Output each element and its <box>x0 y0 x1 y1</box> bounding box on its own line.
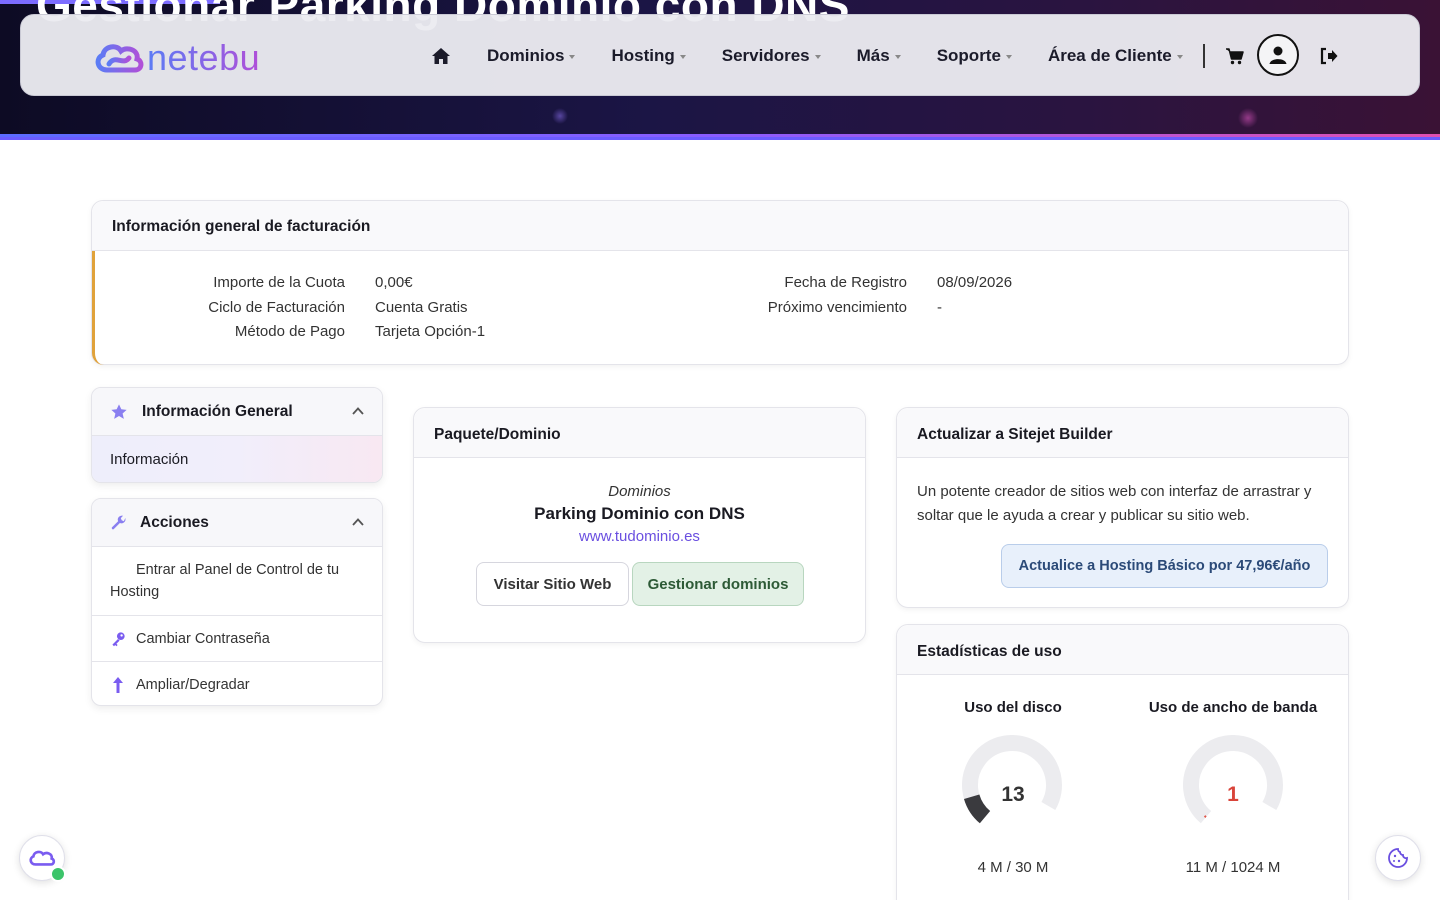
action-upgrade-downgrade[interactable]: Ampliar/Degradar <box>92 661 382 705</box>
nav-soporte[interactable]: Soporte <box>937 46 1012 66</box>
action-change-password[interactable]: Cambiar Contraseña <box>92 615 382 661</box>
chevron-down-icon <box>1176 55 1183 59</box>
next-due-label: Próximo vencimiento <box>767 299 907 316</box>
chevron-down-icon <box>1005 55 1012 59</box>
billing-overview-card: Información general de facturación Impor… <box>91 200 1349 365</box>
disk-usage-detail: 4 M / 30 M <box>977 859 1049 876</box>
nav-hosting[interactable]: Hosting <box>611 46 686 66</box>
chevron-up-icon[interactable] <box>352 516 364 528</box>
registration-date-label: Fecha de Registro <box>784 274 907 291</box>
usage-stats-card: Estadísticas de uso Uso del disco 13 4 M… <box>896 624 1349 900</box>
disk-usage-title: Uso del disco <box>964 699 1062 716</box>
general-info-title: Información General <box>142 402 293 420</box>
upgrade-hosting-button[interactable]: Actualice a Hosting Básico por 47,96€/añ… <box>1001 544 1328 588</box>
action-enter-control-panel[interactable]: Entrar al Panel de Control de tu Hosting <box>92 547 382 615</box>
brand-logo[interactable]: netebu <box>93 37 260 79</box>
chat-widget-button[interactable] <box>19 835 66 882</box>
sitejet-upgrade-card: Actualizar a Sitejet Builder Un potente … <box>896 407 1349 608</box>
whatsapp-badge-icon <box>50 866 66 882</box>
bandwidth-usage-detail: 11 M / 1024 M <box>1185 859 1281 876</box>
general-info-panel: Información General Información <box>91 387 383 483</box>
payment-method-label: Método de Pago <box>234 323 345 340</box>
nav-servidores[interactable]: Servidores <box>722 46 821 66</box>
nav-dominios-label: Dominios <box>487 46 565 65</box>
sitejet-description: Un potente creador de sitios web con int… <box>917 483 1312 524</box>
main-nav: Dominios Hosting Servidores Más Soporte … <box>431 15 1219 97</box>
key-icon <box>112 631 125 646</box>
logout-icon[interactable] <box>1319 46 1339 66</box>
billing-amount-value: 0,00€ <box>375 274 413 291</box>
cart-icon[interactable] <box>1225 46 1245 66</box>
nav-dominios[interactable]: Dominios <box>487 46 576 66</box>
sidebar-item-informacion[interactable]: Información <box>92 436 382 482</box>
next-due-value: - <box>937 299 942 316</box>
wrench-icon <box>111 515 126 529</box>
actions-panel: Acciones Entrar al Panel de Control de t… <box>91 498 383 706</box>
brand-logo-icon <box>95 44 144 73</box>
top-navbar: netebu Dominios Hosting Servidores Más S… <box>20 14 1420 96</box>
chevron-down-icon <box>679 55 686 59</box>
nav-mas-label: Más <box>856 46 890 65</box>
sitejet-card-title: Actualizar a Sitejet Builder <box>897 408 1348 458</box>
bandwidth-usage-percent: 1 <box>1227 783 1239 806</box>
action-change-password-label: Cambiar Contraseña <box>136 630 270 647</box>
chevron-down-icon <box>814 55 821 59</box>
brand-chat-icon <box>29 850 56 866</box>
nav-divider <box>1203 44 1205 68</box>
billing-cycle-label: Ciclo de Facturación <box>208 299 345 316</box>
arrow-up-icon <box>113 676 123 693</box>
billing-card-body: Importe de la Cuota 0,00€ Ciclo de Factu… <box>92 251 1348 365</box>
chevron-up-icon[interactable] <box>352 405 364 417</box>
billing-cycle-value: Cuenta Gratis <box>375 299 468 316</box>
nav-hosting-label: Hosting <box>611 46 675 65</box>
hero-glow-line <box>0 134 1440 137</box>
cookie-icon <box>1388 848 1408 868</box>
billing-card-title: Información general de facturación <box>92 201 1348 251</box>
chevron-down-icon <box>569 55 576 59</box>
nav-soporte-label: Soporte <box>936 46 1001 65</box>
cookie-settings-button[interactable] <box>1375 835 1421 881</box>
package-domain-link[interactable]: www.tudominio.es <box>414 528 865 545</box>
manage-domains-button[interactable]: Gestionar dominios <box>632 562 804 606</box>
nav-area-cliente-label: Área de Cliente <box>1047 46 1172 65</box>
package-group: Dominios <box>608 483 671 500</box>
usage-card-title: Estadísticas de uso <box>897 625 1348 675</box>
visit-website-button[interactable]: Visitar Sitio Web <box>476 562 629 606</box>
actions-title: Acciones <box>140 513 209 531</box>
billing-amount-label: Importe de la Cuota <box>213 274 345 291</box>
user-account-icon[interactable] <box>1257 34 1299 76</box>
general-info-header[interactable]: Información General <box>92 388 382 436</box>
actions-header[interactable]: Acciones <box>92 499 382 547</box>
home-icon[interactable] <box>431 46 453 66</box>
brand-name: netebu <box>147 37 261 78</box>
action-enter-control-panel-label: Entrar al Panel de Control de tu Hosting <box>110 562 340 600</box>
chevron-down-icon <box>894 55 901 59</box>
package-domain-card: Paquete/Dominio Dominios Parking Dominio… <box>413 407 866 643</box>
nav-mas[interactable]: Más <box>857 46 901 66</box>
bandwidth-gauge-fill <box>1203 815 1207 818</box>
star-icon <box>111 403 127 419</box>
registration-date-value: 08/09/2026 <box>937 274 1013 291</box>
payment-method-value: Tarjeta Opción-1 <box>375 323 486 340</box>
package-name: Parking Dominio con DNS <box>534 504 745 523</box>
action-upgrade-downgrade-label: Ampliar/Degradar <box>136 676 250 693</box>
nav-servidores-label: Servidores <box>721 46 810 65</box>
bandwidth-usage-title: Uso de ancho de banda <box>1148 699 1318 716</box>
nav-area-cliente[interactable]: Área de Cliente <box>1048 46 1183 66</box>
disk-usage-percent: 13 <box>1001 783 1025 806</box>
package-card-title: Paquete/Dominio <box>414 408 865 458</box>
